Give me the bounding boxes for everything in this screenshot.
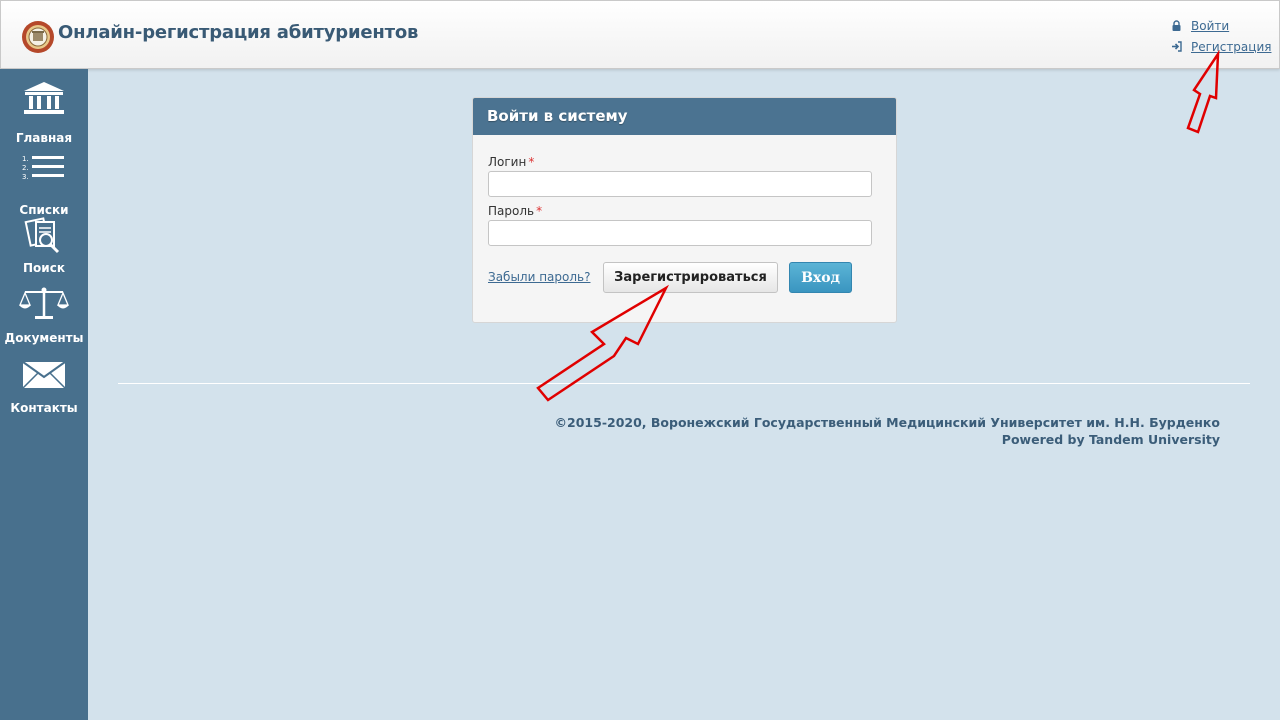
footer-divider bbox=[118, 383, 1250, 384]
sidebar-item-search[interactable]: Поиск bbox=[0, 217, 88, 275]
list-icon: 1. 2. 3. bbox=[22, 155, 64, 181]
app-title: Онлайн-регистрация абитуриентов bbox=[58, 22, 419, 43]
footer-powered-by: Powered by Tandem University bbox=[1001, 432, 1220, 447]
svg-text:1.: 1. bbox=[22, 155, 29, 163]
login-submit-button[interactable]: Вход bbox=[789, 262, 852, 293]
registration-link[interactable]: Регистрация bbox=[1171, 36, 1271, 57]
registration-link-label[interactable]: Регистрация bbox=[1191, 40, 1271, 54]
scales-icon bbox=[19, 287, 69, 319]
sign-in-icon bbox=[1172, 41, 1182, 52]
required-mark: * bbox=[528, 155, 535, 169]
sidebar-item-documents[interactable]: Документы bbox=[0, 285, 88, 345]
sidebar: Главная 1. 2. 3. Списки Поиск Документы … bbox=[0, 69, 88, 720]
top-links: Войти Регистрация bbox=[1171, 15, 1271, 57]
forgot-password-link[interactable]: Забыли пароль? bbox=[488, 270, 590, 284]
sidebar-item-home[interactable]: Главная bbox=[0, 81, 88, 145]
footer-copyright: ©2015-2020, Воронежский Государственный … bbox=[554, 415, 1220, 430]
login-panel-title: Войти в систему bbox=[473, 98, 896, 135]
password-input[interactable] bbox=[488, 220, 872, 246]
login-panel: Войти в систему Логин * Пароль * Забыли па… bbox=[472, 97, 897, 323]
password-label-text: Пароль bbox=[488, 204, 535, 218]
svg-text:3.: 3. bbox=[22, 173, 29, 181]
sidebar-item-label: Поиск bbox=[23, 261, 65, 275]
sidebar-item-contacts[interactable]: Контакты bbox=[0, 361, 88, 415]
password-label: Пароль * bbox=[488, 204, 542, 218]
login-label: Логин * bbox=[488, 155, 534, 169]
lock-icon bbox=[1172, 20, 1181, 31]
sidebar-item-label: Главная bbox=[15, 131, 73, 145]
login-link-label[interactable]: Войти bbox=[1191, 19, 1229, 33]
sidebar-item-label: Списки bbox=[19, 203, 69, 217]
footer: ©2015-2020, Воронежский Государственный … bbox=[555, 414, 1220, 448]
university-logo-icon bbox=[22, 21, 54, 53]
sidebar-item-label: Документы bbox=[4, 331, 84, 345]
header-bar: Онлайн-регистрация абитуриентов Войти Ре… bbox=[0, 0, 1280, 69]
search-documents-icon bbox=[24, 217, 60, 254]
login-link[interactable]: Войти bbox=[1171, 15, 1271, 36]
svg-text:2.: 2. bbox=[22, 164, 29, 172]
login-label-text: Логин bbox=[488, 155, 527, 169]
sidebar-item-lists[interactable]: 1. 2. 3. Списки bbox=[0, 153, 88, 217]
required-mark: * bbox=[536, 204, 543, 218]
building-icon bbox=[24, 82, 64, 114]
register-button[interactable]: Зарегистрироваться bbox=[603, 262, 778, 293]
sidebar-item-label: Контакты bbox=[10, 401, 78, 415]
login-input[interactable] bbox=[488, 171, 872, 197]
envelope-icon bbox=[22, 361, 66, 389]
